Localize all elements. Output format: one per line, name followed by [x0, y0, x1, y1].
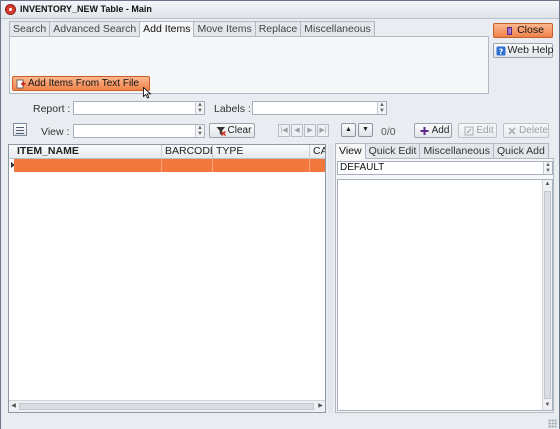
grid-horizontal-scrollbar[interactable]: ◀ ▶: [9, 400, 325, 412]
view-combo[interactable]: ▲ ▼: [73, 124, 205, 138]
scroll-thumb[interactable]: [19, 403, 314, 410]
resize-grip-icon[interactable]: [548, 419, 557, 428]
tab-view[interactable]: View: [335, 143, 366, 159]
door-exit-icon: [505, 26, 515, 36]
view-layout-combo[interactable]: DEFAULT ▲ ▼: [337, 161, 553, 175]
scroll-up-icon[interactable]: ▲: [543, 180, 552, 189]
cell-barcode[interactable]: [162, 159, 213, 172]
tab-quick-edit[interactable]: Quick Edit: [364, 143, 421, 158]
svg-text:?: ?: [498, 47, 503, 56]
view-label: View :: [41, 126, 70, 138]
status-bar: [1, 415, 559, 429]
delete-icon: [507, 126, 517, 136]
first-record-button[interactable]: |◀: [278, 124, 290, 137]
clear-label: Clear: [227, 125, 252, 136]
delete-record-button[interactable]: Delete: [503, 123, 549, 138]
tab-right-miscellaneous[interactable]: Miscellaneous: [419, 143, 494, 158]
report-label: Report :: [33, 103, 71, 115]
view-combo-spin[interactable]: ▲ ▼: [195, 125, 204, 137]
question-icon: ?: [496, 46, 506, 56]
add-record-button[interactable]: Add: [414, 123, 452, 138]
funnel-clear-icon: [216, 126, 226, 136]
scroll-down-icon[interactable]: ▼: [543, 401, 552, 410]
scroll-right-icon[interactable]: ▶: [316, 402, 325, 411]
web-help-label: Web Help: [507, 44, 554, 56]
edit-label: Edit: [476, 125, 494, 136]
add-label: Add: [431, 125, 450, 136]
mouse-cursor-icon: [143, 87, 152, 99]
web-help-button[interactable]: ? Web Help: [493, 43, 553, 58]
add-items-from-text-file-label: Add Items From Text File: [28, 78, 139, 89]
table-row[interactable]: [9, 159, 325, 172]
tab-replace[interactable]: Replace: [254, 21, 302, 36]
items-grid[interactable]: ITEM_NAME BARCODE TYPE CA ◀ ▶: [8, 144, 326, 413]
delete-label: Delete: [519, 125, 548, 136]
panel-splitter[interactable]: [328, 144, 333, 413]
window-title: INVENTORY_NEW Table - Main: [20, 4, 152, 14]
column-header-category[interactable]: CA: [310, 145, 325, 159]
app-logo-icon: [5, 4, 16, 15]
previous-record-button[interactable]: ◀: [291, 124, 303, 137]
move-down-button[interactable]: ▼: [358, 123, 373, 137]
tab-search[interactable]: Search: [9, 21, 51, 36]
column-header-type[interactable]: TYPE: [213, 145, 310, 159]
detail-vertical-scrollbar[interactable]: ▲ ▼: [542, 180, 552, 410]
record-detail-box[interactable]: ▲ ▼: [337, 179, 553, 411]
column-header-barcode[interactable]: BARCODE: [162, 145, 213, 159]
grid-options-icon[interactable]: [13, 123, 27, 136]
tab-quick-add[interactable]: Quick Add: [492, 143, 549, 158]
close-label: Close: [517, 24, 544, 36]
last-record-button[interactable]: ▶|: [317, 124, 329, 137]
top-tab-strip: Search Advanced Search Add Items Move It…: [9, 21, 375, 37]
add-record-icon: [420, 126, 430, 136]
tab-advanced-search[interactable]: Advanced Search: [49, 21, 141, 36]
labels-combo-spin[interactable]: ▲ ▼: [377, 102, 386, 114]
close-button[interactable]: Close: [493, 23, 553, 38]
right-tab-strip: View Quick Edit Miscellaneous Quick Add: [335, 143, 549, 159]
labels-combo[interactable]: ▲ ▼: [252, 101, 387, 115]
record-count: 0/0: [381, 126, 396, 138]
add-file-icon: [16, 79, 26, 89]
view-layout-spin[interactable]: ▲ ▼: [543, 162, 552, 174]
add-items-from-text-file-button[interactable]: Add Items From Text File: [12, 76, 150, 91]
cell-category[interactable]: [310, 159, 325, 172]
scroll-left-icon[interactable]: ◀: [9, 402, 18, 411]
column-header-item-name[interactable]: ITEM_NAME: [14, 145, 162, 159]
edit-record-button[interactable]: Edit: [458, 123, 497, 138]
next-record-button[interactable]: ▶: [304, 124, 316, 137]
labels-label: Labels :: [214, 103, 251, 115]
main-window: INVENTORY_NEW Table - Main Search Advanc…: [0, 0, 560, 429]
view-layout-value: DEFAULT: [340, 162, 385, 173]
tab-add-items[interactable]: Add Items: [139, 21, 195, 37]
edit-icon: [464, 126, 474, 136]
grid-header: ITEM_NAME BARCODE TYPE CA: [9, 145, 325, 159]
clear-button[interactable]: Clear: [209, 123, 255, 138]
tab-move-items[interactable]: Move Items: [193, 21, 256, 36]
report-combo-spin[interactable]: ▲ ▼: [195, 102, 204, 114]
report-combo[interactable]: ▲ ▼: [73, 101, 205, 115]
tab-miscellaneous[interactable]: Miscellaneous: [300, 21, 375, 36]
cell-item-name[interactable]: [14, 159, 162, 172]
detail-scroll-thumb[interactable]: [544, 191, 551, 399]
cell-type[interactable]: [213, 159, 310, 172]
title-bar: INVENTORY_NEW Table - Main: [1, 1, 559, 19]
move-up-button[interactable]: ▲: [341, 123, 356, 137]
